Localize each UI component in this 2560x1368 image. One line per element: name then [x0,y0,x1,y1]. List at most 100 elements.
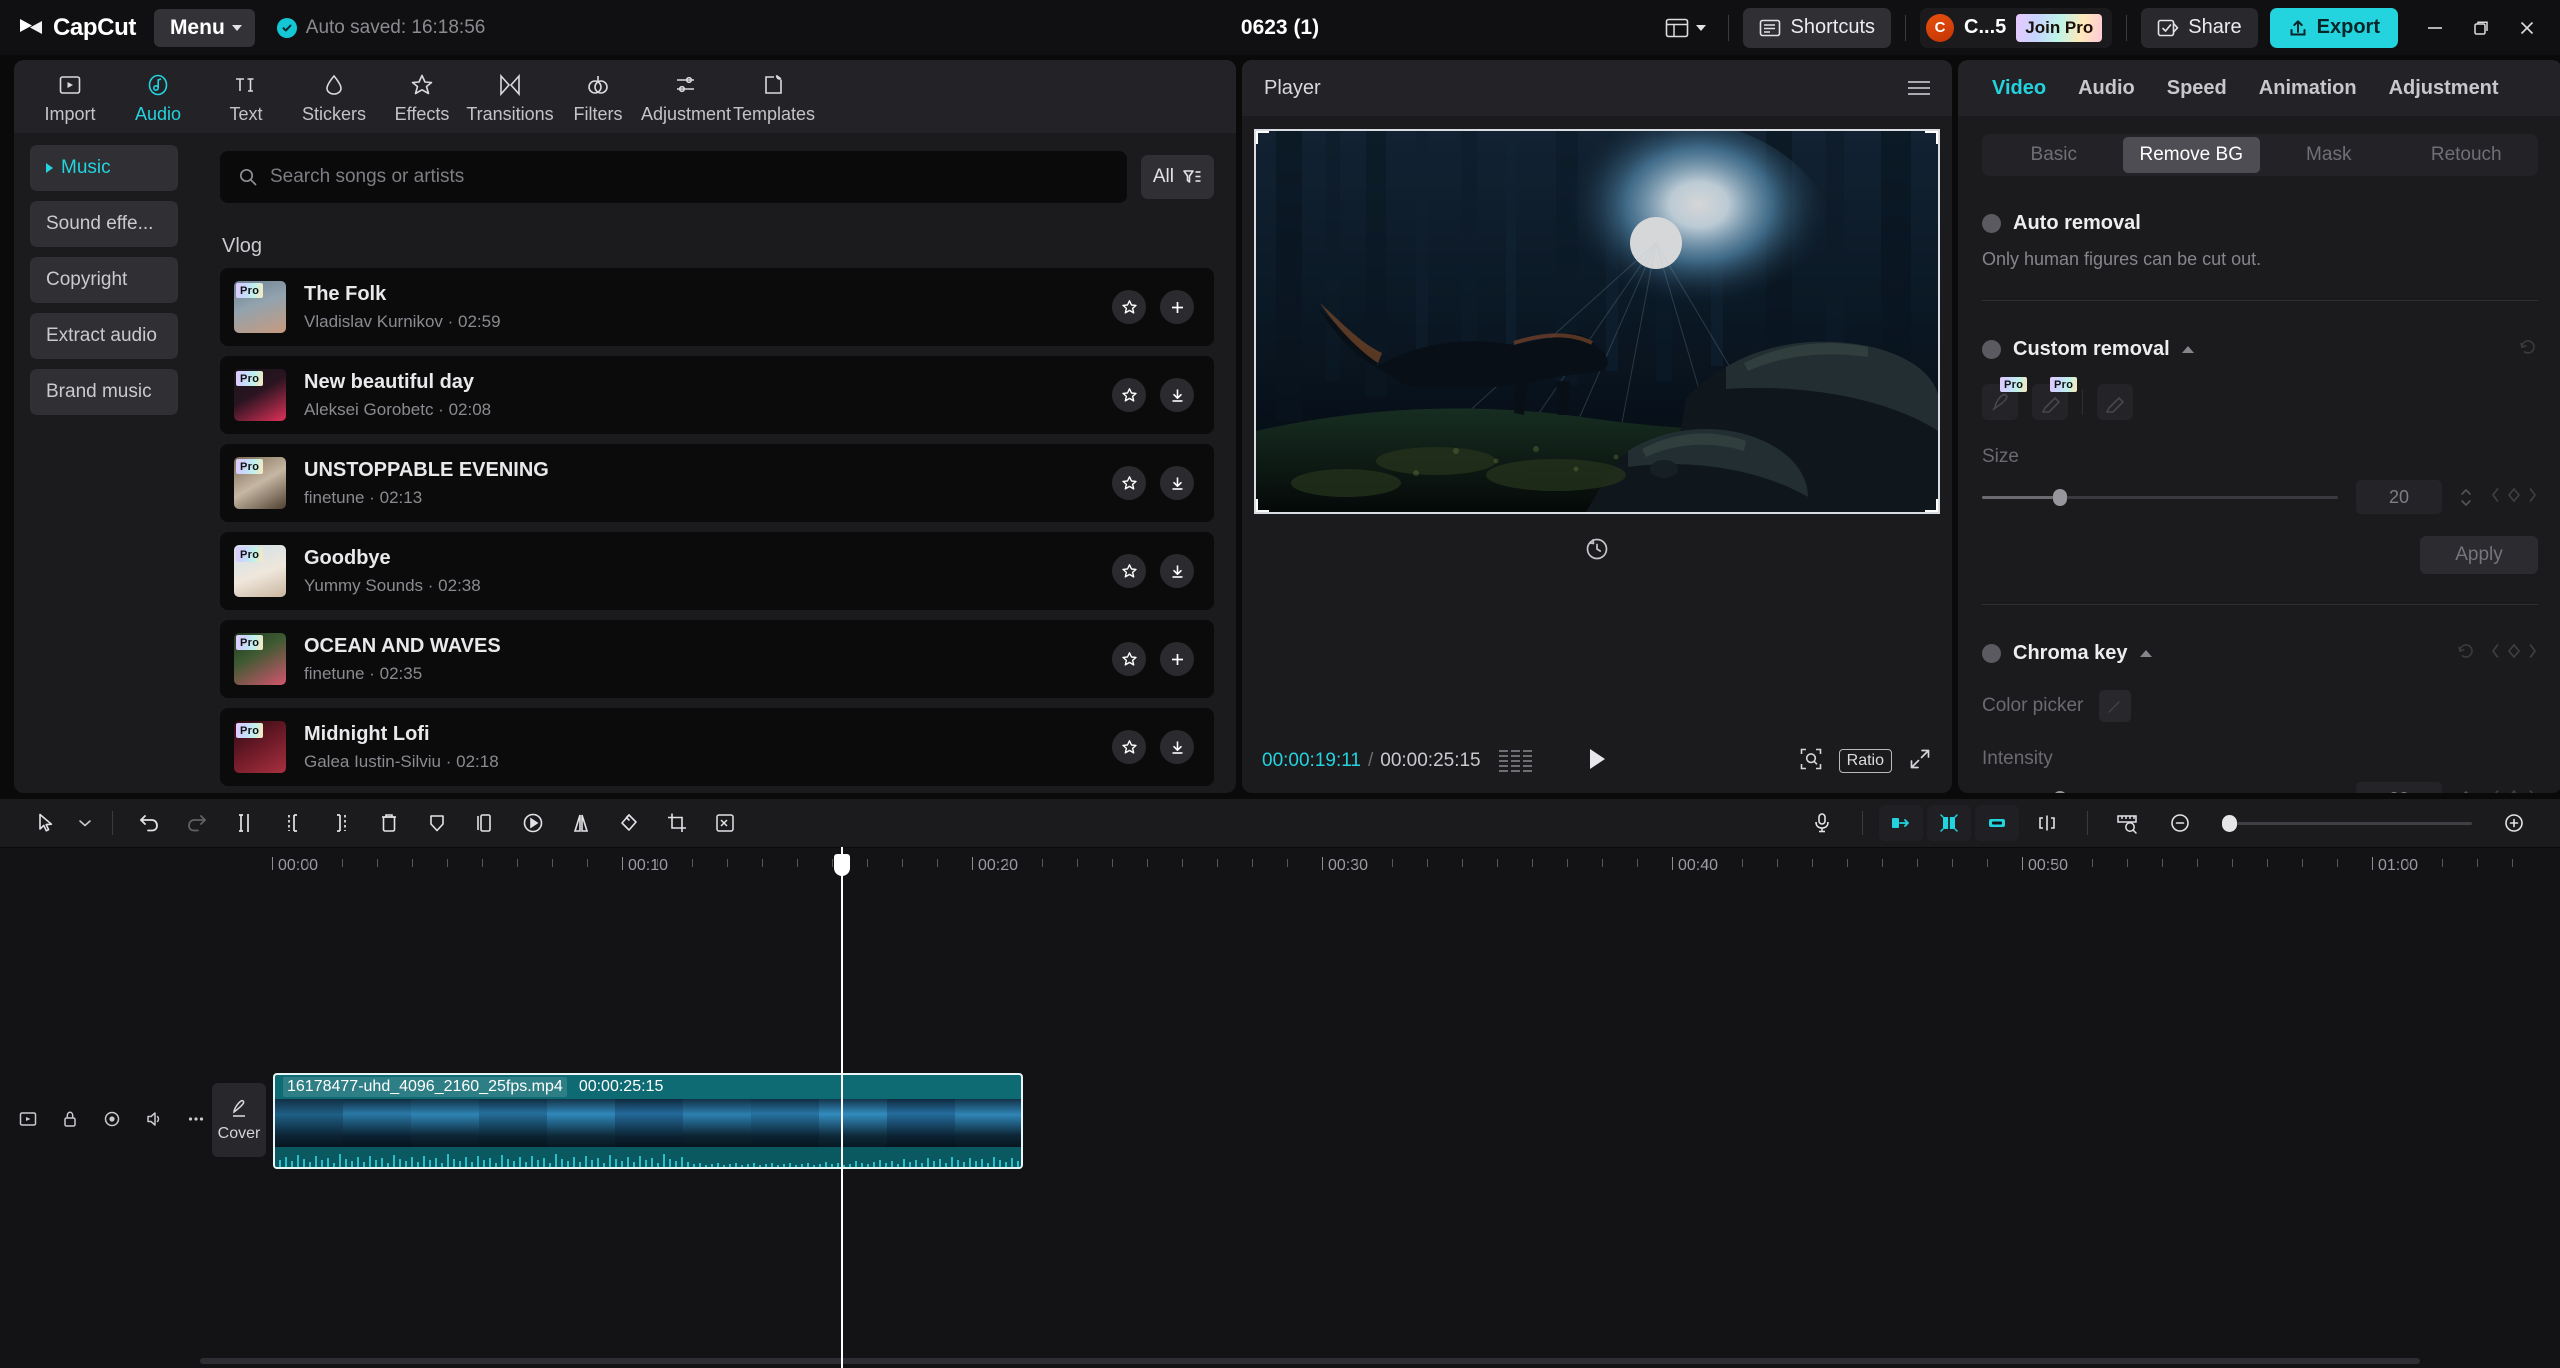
reverse-icon[interactable] [509,803,557,843]
adsorb-icon[interactable] [2023,803,2071,843]
color-picker-swatch[interactable] [2099,690,2132,722]
maximize-button[interactable] [2458,5,2504,51]
zoom-in-icon[interactable] [2490,803,2538,843]
hamburger-icon[interactable] [1908,81,1930,95]
size-slider[interactable] [1982,488,2338,506]
rotate-icon[interactable] [605,803,653,843]
sidebar-item-music[interactable]: Music [30,145,178,191]
list-item[interactable]: Pro The Folk Vladislav Kurnikov · 02:59 [220,268,1214,346]
crop-icon[interactable] [653,803,701,843]
tab-animation[interactable]: Animation [2243,77,2373,100]
size-value[interactable]: 20 [2356,480,2442,514]
tab-video[interactable]: Video [1976,77,2062,100]
search-box[interactable] [220,151,1127,203]
timeline-ruler[interactable]: 00:00 00:10 00:20 00:30 00:40 00:50 01:0… [0,847,2560,887]
trim-left-icon[interactable] [269,803,317,843]
tab-adjustment[interactable]: Adjustment [2373,77,2515,100]
timeline-horizontal-scrollbar[interactable] [200,1358,2420,1364]
resize-handle-bl[interactable] [1256,497,1271,512]
playhead-handle[interactable] [834,854,850,876]
tab-import[interactable]: Import [26,68,114,125]
link-icon[interactable] [1975,805,2019,841]
more-options-icon[interactable] [186,1109,206,1134]
list-item[interactable]: Pro Midnight Lofi Galea Iustin-Silviu · … [220,708,1214,786]
segment-mask[interactable]: Mask [2260,137,2398,173]
download-button[interactable] [1160,378,1194,412]
list-item[interactable]: Pro Goodbye Yummy Sounds · 02:38 [220,532,1214,610]
trim-right-icon[interactable] [317,803,365,843]
fullscreen-icon[interactable] [1908,747,1932,776]
segment-retouch[interactable]: Retouch [2398,137,2536,173]
auto-snap-icon[interactable] [1879,805,1923,841]
chroma-key-toggle[interactable] [1982,644,2001,663]
playhead[interactable] [834,847,850,1368]
keyframe-next-icon[interactable] [2527,789,2538,793]
resize-handle-tl[interactable] [1256,131,1271,146]
keyframe-add-icon[interactable] [2506,487,2522,508]
list-item[interactable]: Pro New beautiful day Aleksei Gorobetc ·… [220,356,1214,434]
close-button[interactable] [2504,5,2550,51]
list-item[interactable]: Pro UNSTOPPABLE EVENING finetune · 02:13 [220,444,1214,522]
auto-removal-toggle[interactable] [1982,214,2001,233]
freeze-frame-icon[interactable] [461,803,509,843]
volume-icon[interactable] [144,1109,164,1134]
sidebar-item-copyright[interactable]: Copyright [30,257,178,303]
shortcuts-button[interactable]: Shortcuts [1742,7,1892,48]
account-pill[interactable]: C C...5 Join Pro [1920,7,2113,48]
zoom-slider[interactable] [2222,814,2472,832]
chevron-up-icon[interactable] [2139,650,2152,657]
eraser-pro-tool[interactable]: Pro [2032,377,2078,420]
frames-icon[interactable] [1498,750,1532,772]
eye-icon[interactable] [102,1109,122,1134]
select-arrow-icon[interactable] [22,803,70,843]
marker-icon[interactable] [413,803,461,843]
track-preview-icon[interactable] [18,1109,38,1134]
tab-effects[interactable]: Effects [378,68,466,125]
ratio-button[interactable]: Ratio [1838,749,1892,773]
reset-icon[interactable] [2518,337,2538,362]
filter-all-button[interactable]: All [1140,155,1214,199]
export-button[interactable]: Export [2269,7,2398,48]
apply-button[interactable]: Apply [2420,536,2538,574]
video-preview[interactable] [1254,129,1940,514]
reset-icon[interactable] [1582,534,1612,564]
redo-icon[interactable] [173,803,221,843]
delete-icon[interactable] [365,803,413,843]
microphone-icon[interactable] [1798,803,1846,843]
list-item[interactable]: Pro OCEAN AND WAVES finetune · 02:35 [220,620,1214,698]
mirror-icon[interactable] [557,803,605,843]
resize-handle-tr[interactable] [1923,131,1938,146]
tab-adjustment[interactable]: Adjustment [641,68,731,125]
zoom-out-icon[interactable] [2156,803,2204,843]
video-clip[interactable]: 16178477-uhd_4096_2160_25fps.mp4 00:00:2… [273,1073,1023,1169]
auto-cut-icon[interactable] [701,803,749,843]
download-button[interactable] [1160,730,1194,764]
sidebar-item-sound-effects[interactable]: Sound effe... [30,201,178,247]
tab-transitions[interactable]: Transitions [466,68,554,125]
join-pro-button[interactable]: Join Pro [2016,13,2103,42]
favorite-button[interactable] [1112,730,1146,764]
add-button[interactable] [1160,642,1194,676]
ruler-zoom-icon[interactable] [2104,803,2152,843]
keyframe-add-icon[interactable] [2506,643,2522,664]
favorite-button[interactable] [1112,642,1146,676]
tab-templates[interactable]: Templates [730,68,818,125]
tab-audio[interactable]: Audio [114,68,202,125]
search-input[interactable] [270,166,1109,188]
keyframe-prev-icon[interactable] [2490,643,2501,664]
chevron-up-icon[interactable] [2181,346,2194,353]
split-icon[interactable] [221,803,269,843]
favorite-button[interactable] [1112,290,1146,324]
magnet-snap-icon[interactable] [1927,805,1971,841]
lock-icon[interactable] [60,1109,80,1134]
favorite-button[interactable] [1112,378,1146,412]
tab-stickers[interactable]: Stickers [290,68,378,125]
tab-text[interactable]: Text [202,68,290,125]
intensity-value[interactable]: 20 [2356,782,2442,793]
keyframe-add-icon[interactable] [2506,789,2522,793]
favorite-button[interactable] [1112,466,1146,500]
tab-filters[interactable]: Filters [554,68,642,125]
menu-button[interactable]: Menu [153,8,255,47]
keyframe-prev-icon[interactable] [2490,487,2501,508]
resize-handle-br[interactable] [1923,497,1938,512]
